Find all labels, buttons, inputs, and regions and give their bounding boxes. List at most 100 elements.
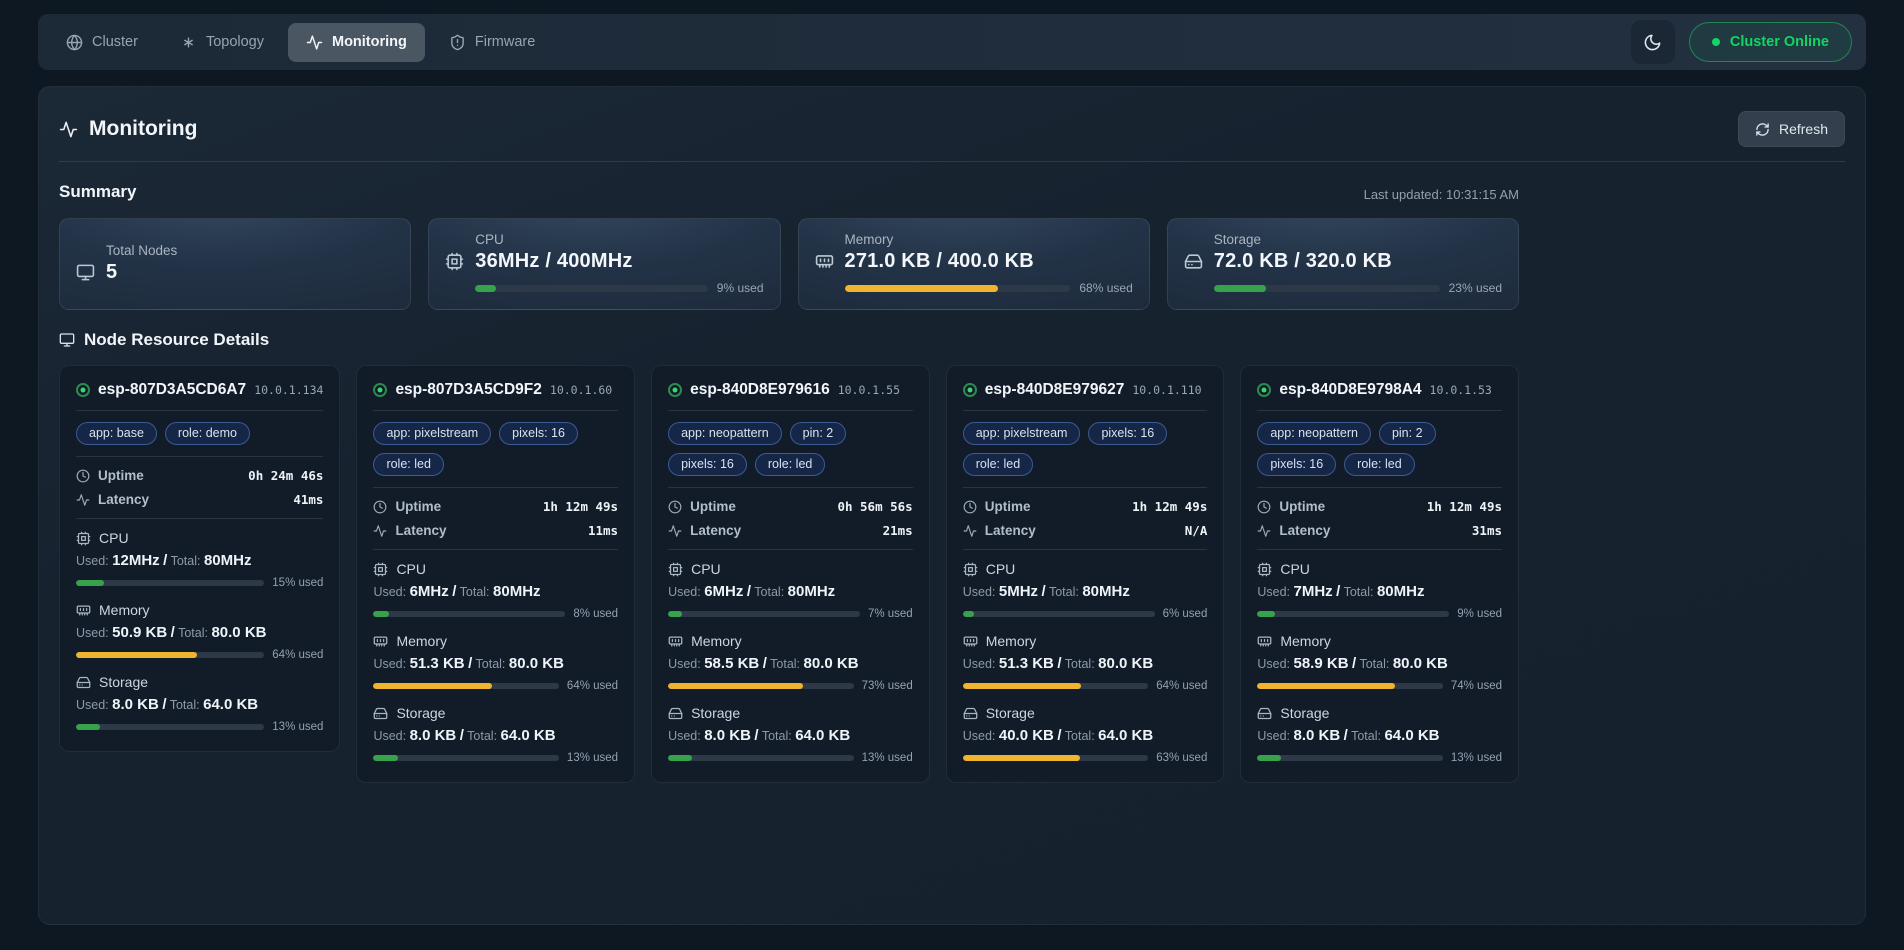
percent-used-label: 6% used <box>1163 608 1208 620</box>
progress-bar <box>668 611 860 617</box>
panel-header: Monitoring Refresh <box>59 103 1845 161</box>
latency-row: Latency 41ms <box>76 492 323 507</box>
progress-bar <box>373 683 558 689</box>
cluster-status-badge[interactable]: Cluster Online <box>1689 22 1852 62</box>
node-tag: pin: 2 <box>790 422 847 445</box>
clock-icon <box>76 469 90 483</box>
summary-card-value: 36MHz / 400MHz <box>475 250 763 273</box>
nav-right: Cluster Online <box>1631 20 1852 64</box>
progress-bar <box>668 683 853 689</box>
summary-card-label: Memory <box>845 232 1133 247</box>
latency-value: 31ms <box>1472 523 1502 538</box>
resource-usage: Used: 7MHz / Total: 80MHz <box>1257 583 1502 600</box>
resource-usage: Used: 8.0 KB / Total: 64.0 KB <box>668 727 913 744</box>
resource-sections: CPU Used: 7MHz / Total: 80MHz 9% used Me… <box>1257 561 1502 764</box>
summary-card-total-nodes: Total Nodes 5 <box>59 218 411 310</box>
resource-label: Storage <box>99 674 148 690</box>
node-tag: pin: 2 <box>1379 422 1436 445</box>
activity-icon <box>59 120 78 139</box>
node-cards-grid: esp-807D3A5CD6A7 10.0.1.134 app: baserol… <box>59 365 1519 783</box>
resource-usage: Used: 6MHz / Total: 80MHz <box>668 583 913 600</box>
cpu-icon <box>76 531 91 546</box>
node-name: esp-840D8E9798A4 <box>1279 381 1421 399</box>
summary-card-value: 5 <box>106 261 394 284</box>
latency-value: 41ms <box>293 492 323 507</box>
percent-used-label: 63% used <box>1156 752 1207 764</box>
latency-row: Latency 21ms <box>668 523 913 538</box>
resource-usage: Used: 51.3 KB / Total: 80.0 KB <box>373 655 618 672</box>
nav-tab-monitoring[interactable]: Monitoring <box>288 23 425 62</box>
uptime-value: 0h 24m 46s <box>248 468 323 483</box>
refresh-button[interactable]: Refresh <box>1738 111 1845 147</box>
nav-tab-cluster[interactable]: Cluster <box>48 23 156 62</box>
node-tag: app: pixelstream <box>373 422 491 445</box>
nav-tab-topology[interactable]: Topology <box>162 23 282 62</box>
top-nav: Cluster Topology Monitoring Firmware Clu… <box>38 14 1866 70</box>
node-header: esp-840D8E979627 10.0.1.110 <box>963 381 1208 399</box>
resource-usage: Used: 8.0 KB / Total: 64.0 KB <box>373 727 618 744</box>
summary-card-value: 72.0 KB / 320.0 KB <box>1214 250 1502 273</box>
cpu-icon <box>1257 562 1272 577</box>
content-area: Summary Last updated: 10:31:15 AM Total … <box>59 182 1519 783</box>
memory-icon <box>668 634 683 649</box>
uptime-row: Uptime 1h 12m 49s <box>963 499 1208 514</box>
percent-used-label: 7% used <box>868 608 913 620</box>
monitor-icon <box>59 332 75 348</box>
percent-used-label: 13% used <box>567 752 618 764</box>
cpu-icon <box>445 252 464 271</box>
percent-used-label: 8% used <box>573 608 618 620</box>
uptime-row: Uptime 1h 12m 49s <box>373 499 618 514</box>
node-name: esp-807D3A5CD9F2 <box>395 381 541 399</box>
theme-toggle-button[interactable] <box>1631 20 1675 64</box>
node-tag: pixels: 16 <box>1257 453 1336 476</box>
progress-bar <box>1257 683 1442 689</box>
node-status-icon <box>668 383 682 397</box>
progress-bar <box>668 755 853 761</box>
summary-card-label: Storage <box>1214 232 1502 247</box>
latency-row: Latency N/A <box>963 523 1208 538</box>
resource-label: Storage <box>691 705 740 721</box>
resource-sections: CPU Used: 6MHz / Total: 80MHz 7% used Me… <box>668 561 913 764</box>
nav-tab-firmware[interactable]: Firmware <box>431 23 553 62</box>
activity-icon <box>1257 524 1271 538</box>
summary-card-label: CPU <box>475 232 763 247</box>
node-header: esp-840D8E979616 10.0.1.55 <box>668 381 913 399</box>
summary-card-memory: Memory 271.0 KB / 400.0 KB 68% used <box>798 218 1150 310</box>
summary-cards-grid: Total Nodes 5 CPU 36MHz / 400MHz 9% used… <box>59 218 1519 310</box>
resource-usage: Used: 6MHz / Total: 80MHz <box>373 583 618 600</box>
resource-usage: Used: 50.9 KB / Total: 80.0 KB <box>76 624 323 641</box>
resource-label: Memory <box>99 602 150 618</box>
node-status-icon <box>373 383 387 397</box>
nodes-heading: Node Resource Details <box>59 330 269 350</box>
node-status-icon <box>1257 383 1271 397</box>
resource-label: Memory <box>986 633 1037 649</box>
clock-icon <box>1257 500 1271 514</box>
moon-icon <box>1643 33 1662 52</box>
node-ip: 10.0.1.60 <box>550 383 612 397</box>
node-card: esp-840D8E9798A4 10.0.1.53 app: neopatte… <box>1240 365 1519 783</box>
refresh-icon <box>1755 122 1770 137</box>
storage-icon <box>963 706 978 721</box>
resource-section-storage: Storage Used: 40.0 KB / Total: 64.0 KB 6… <box>963 705 1208 764</box>
resource-label: CPU <box>99 530 129 546</box>
resource-section-cpu: CPU Used: 7MHz / Total: 80MHz 9% used <box>1257 561 1502 620</box>
cluster-status-label: Cluster Online <box>1730 34 1829 50</box>
node-header: esp-807D3A5CD9F2 10.0.1.60 <box>373 381 618 399</box>
latency-value: N/A <box>1185 523 1208 538</box>
clock-icon <box>668 500 682 514</box>
latency-row: Latency 31ms <box>1257 523 1502 538</box>
node-tags: app: neopatternpin: 2pixels: 16role: led <box>1257 422 1502 476</box>
percent-used-label: 64% used <box>1156 680 1207 692</box>
latency-row: Latency 11ms <box>373 523 618 538</box>
uptime-value: 1h 12m 49s <box>1132 499 1207 514</box>
progress-bar <box>963 755 1148 761</box>
resource-section-memory: Memory Used: 58.5 KB / Total: 80.0 KB 73… <box>668 633 913 692</box>
resource-sections: CPU Used: 6MHz / Total: 80MHz 8% used Me… <box>373 561 618 764</box>
resource-usage: Used: 8.0 KB / Total: 64.0 KB <box>76 696 323 713</box>
resource-section-cpu: CPU Used: 6MHz / Total: 80MHz 7% used <box>668 561 913 620</box>
activity-icon <box>668 524 682 538</box>
progress-bar <box>963 683 1148 689</box>
progress-bar <box>963 611 1155 617</box>
node-tag: pixels: 16 <box>1088 422 1167 445</box>
node-tag: role: led <box>1344 453 1414 476</box>
